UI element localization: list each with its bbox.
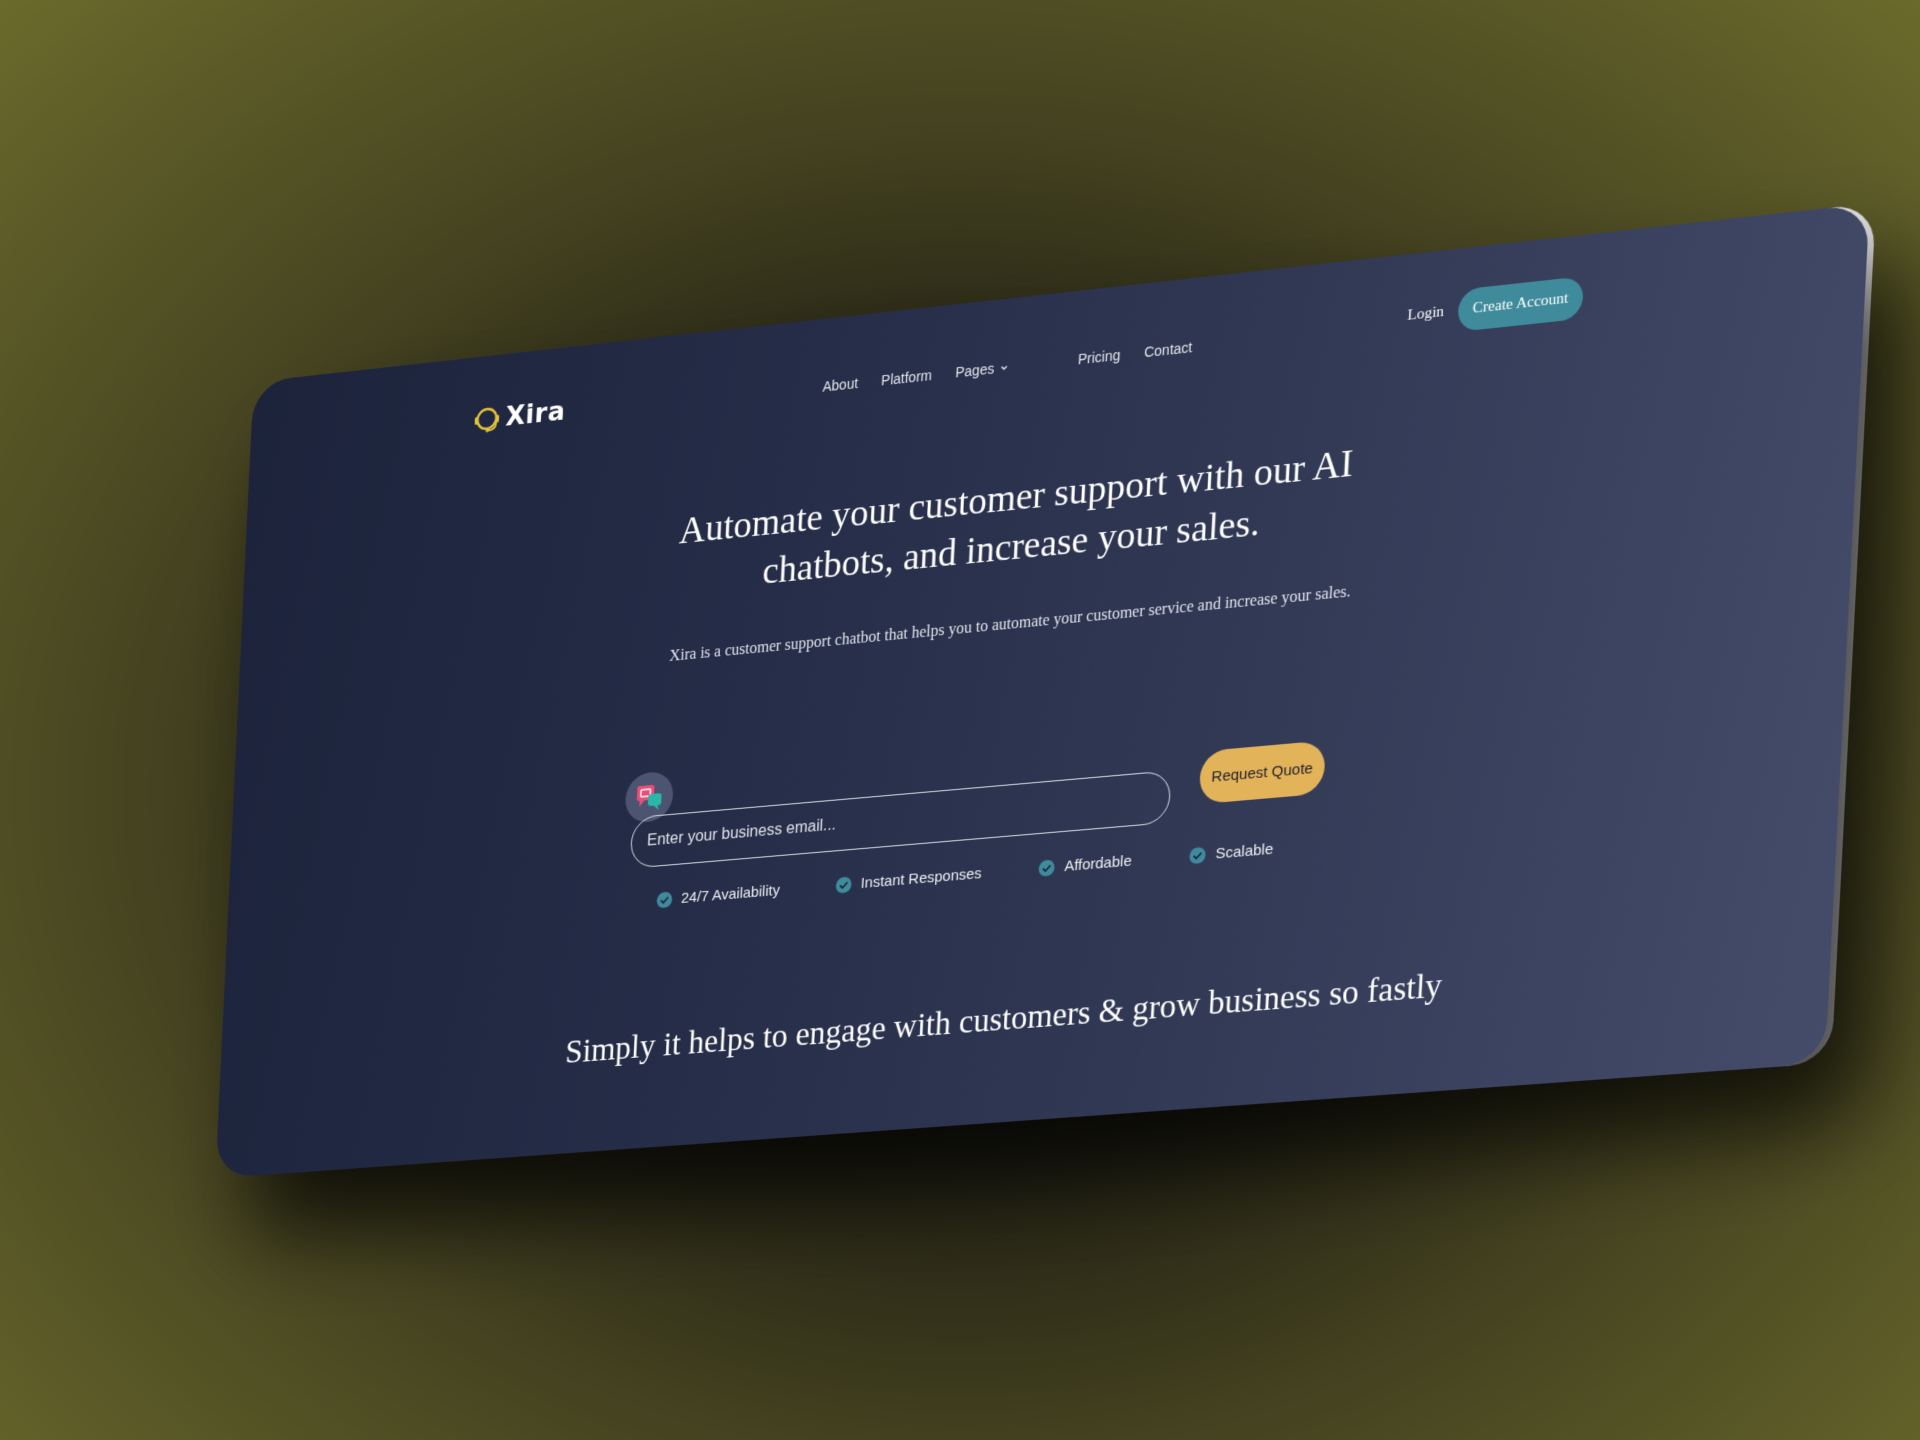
nav-item-pages-label: Pages <box>955 360 995 381</box>
feature-item: 24/7 Availability <box>656 882 780 909</box>
nav-item-platform[interactable]: Platform <box>881 367 932 389</box>
feature-item: Instant Responses <box>835 865 982 894</box>
auth-actions: Login Create Account <box>1406 276 1584 337</box>
brand-logo[interactable]: Xira <box>471 395 566 437</box>
request-quote-button[interactable]: Request Quote <box>1198 740 1326 805</box>
check-circle-icon <box>656 891 673 909</box>
chat-bubbles-icon <box>636 784 662 811</box>
feature-label: Instant Responses <box>860 864 983 893</box>
section-title: Simply it helps to engage with customers… <box>564 967 1443 1071</box>
create-account-button[interactable]: Create Account <box>1457 276 1584 332</box>
login-link[interactable]: Login <box>1407 304 1444 325</box>
feature-item: Affordable <box>1038 852 1132 877</box>
top-nav: Xira About Platform Pages Pricing Contac… <box>254 203 1870 382</box>
nav-item-pages[interactable]: Pages <box>955 359 1009 381</box>
feature-label: Affordable <box>1063 852 1133 876</box>
feature-label: Scalable <box>1215 840 1274 863</box>
feature-label: 24/7 Availability <box>680 881 781 907</box>
nav-item-about[interactable]: About <box>822 375 858 395</box>
check-circle-icon <box>1189 846 1207 865</box>
brand-name: Xira <box>504 395 567 433</box>
nav-item-contact[interactable]: Contact <box>1144 339 1193 360</box>
headset-icon <box>471 401 502 436</box>
screenshot-stage: Xira About Platform Pages Pricing Contac… <box>0 0 1920 1440</box>
feature-item: Scalable <box>1189 841 1274 865</box>
check-circle-icon <box>1038 859 1056 877</box>
nav-spacer <box>1032 354 1054 373</box>
nav-item-pricing[interactable]: Pricing <box>1078 347 1121 368</box>
check-circle-icon <box>835 876 852 894</box>
main-nav: About Platform Pages Pricing Contact <box>822 339 1192 395</box>
chevron-down-icon <box>1001 365 1008 370</box>
business-email-input[interactable] <box>629 770 1172 869</box>
landing-page: Xira About Platform Pages Pricing Contac… <box>215 203 1870 1179</box>
